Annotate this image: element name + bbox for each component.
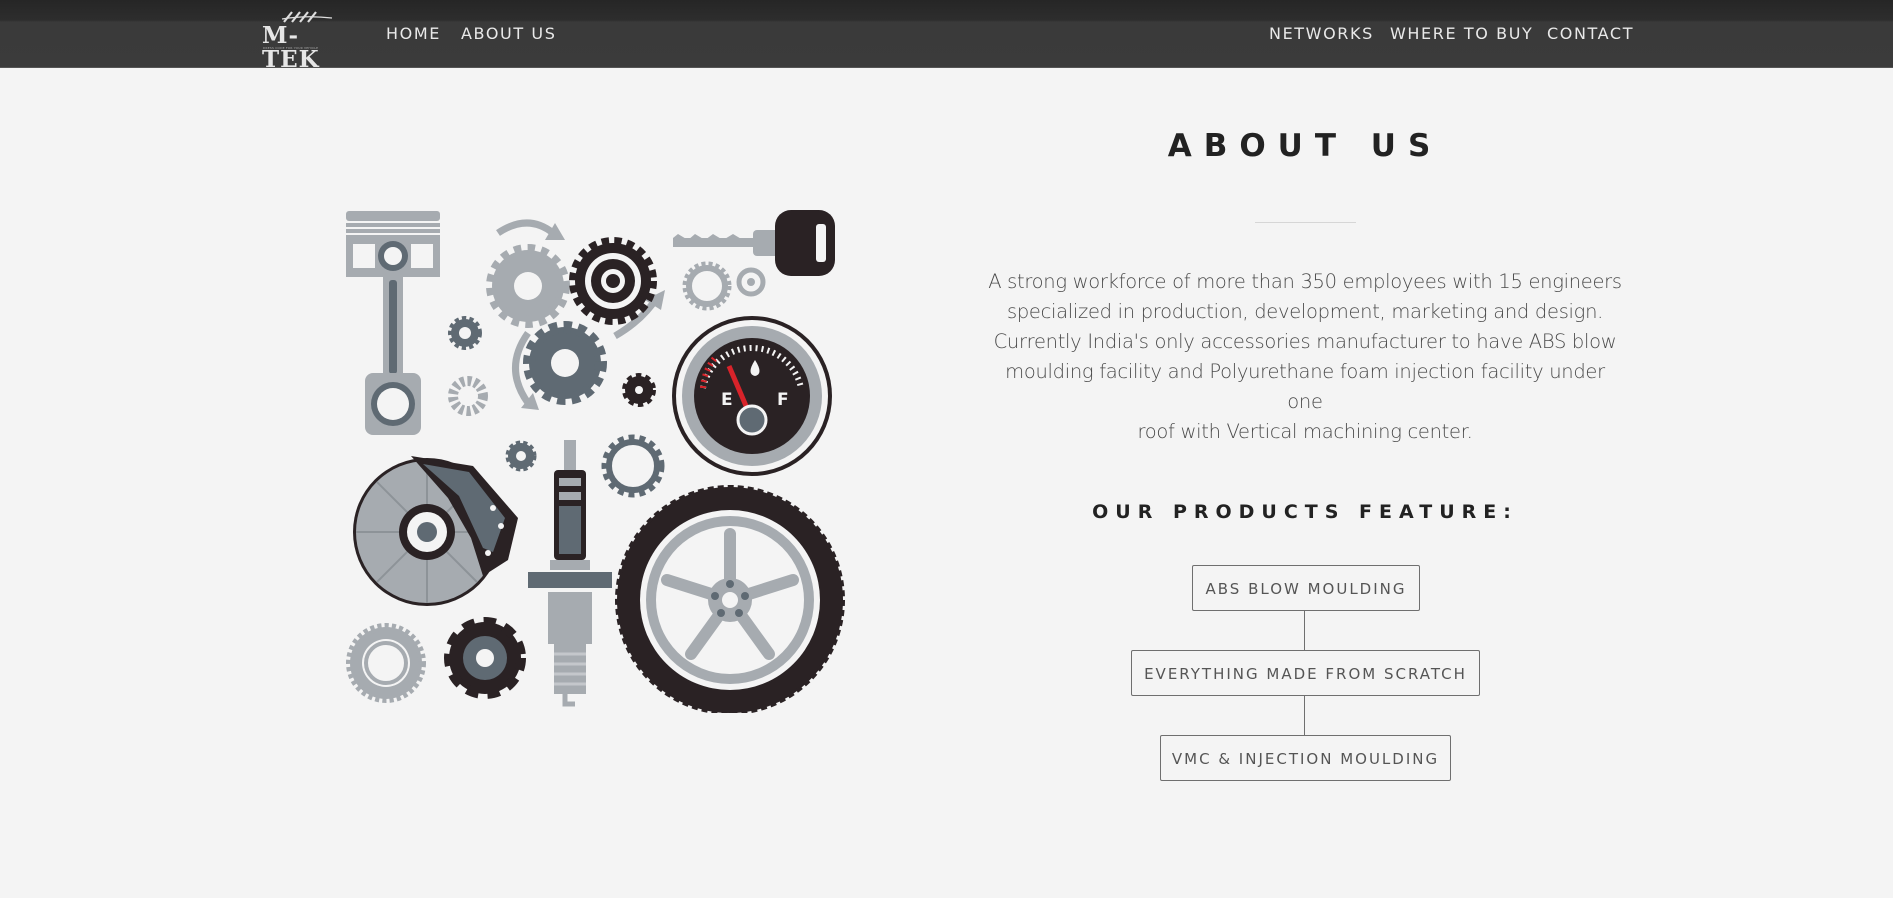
top-navbar: M-TEK DRESS CODE FOR YOUR VEHICLE HOME A…: [0, 0, 1893, 72]
feature-abs-blow-moulding: ABS BLOW MOULDING: [1192, 565, 1420, 611]
gauge-empty-label: E: [721, 390, 733, 410]
tire-icon: [615, 485, 845, 713]
auto-parts-illustration: E F: [346, 210, 845, 713]
brake-disc-icon: [353, 456, 518, 606]
nav-networks[interactable]: NETWORKS: [1269, 24, 1374, 44]
about-line: Currently India's only accessories manuf…: [993, 330, 1617, 353]
about-line: moulding facility and Polyurethane foam …: [1005, 360, 1605, 413]
gauge-full-label: F: [777, 390, 789, 410]
nav-home[interactable]: HOME: [386, 24, 441, 44]
products-title: OUR PRODUCTS FEATURE:: [1092, 501, 1518, 523]
nav-contact[interactable]: CONTACT: [1547, 24, 1634, 44]
feature-made-from-scratch: EVERYTHING MADE FROM SCRATCH: [1131, 650, 1480, 696]
piston-icon: [346, 211, 440, 435]
about-description: A strong workforce of more than 350 empl…: [985, 267, 1625, 447]
title-divider: [1255, 222, 1356, 223]
about-line: roof with Vertical machining center.: [1137, 420, 1473, 443]
brand-tagline: DRESS CODE FOR YOUR VEHICLE: [263, 46, 319, 50]
spark-plug-icon: [528, 440, 612, 707]
nav-where-to-buy[interactable]: WHERE TO BUY: [1390, 24, 1533, 44]
about-title: ABOUT US: [1167, 128, 1443, 164]
about-line: specialized in production, development, …: [1006, 300, 1604, 323]
feature-connector: [1304, 611, 1305, 650]
about-line: A strong workforce of more than 350 empl…: [988, 270, 1622, 293]
feature-vmc-injection-moulding: VMC & INJECTION MOULDING: [1160, 735, 1451, 781]
feature-connector: [1304, 696, 1305, 735]
nav-about-us[interactable]: ABOUT US: [461, 24, 556, 44]
fuel-gauge-icon: [672, 316, 832, 476]
brand-logo[interactable]: M-TEK DRESS CODE FOR YOUR VEHICLE: [262, 11, 352, 72]
